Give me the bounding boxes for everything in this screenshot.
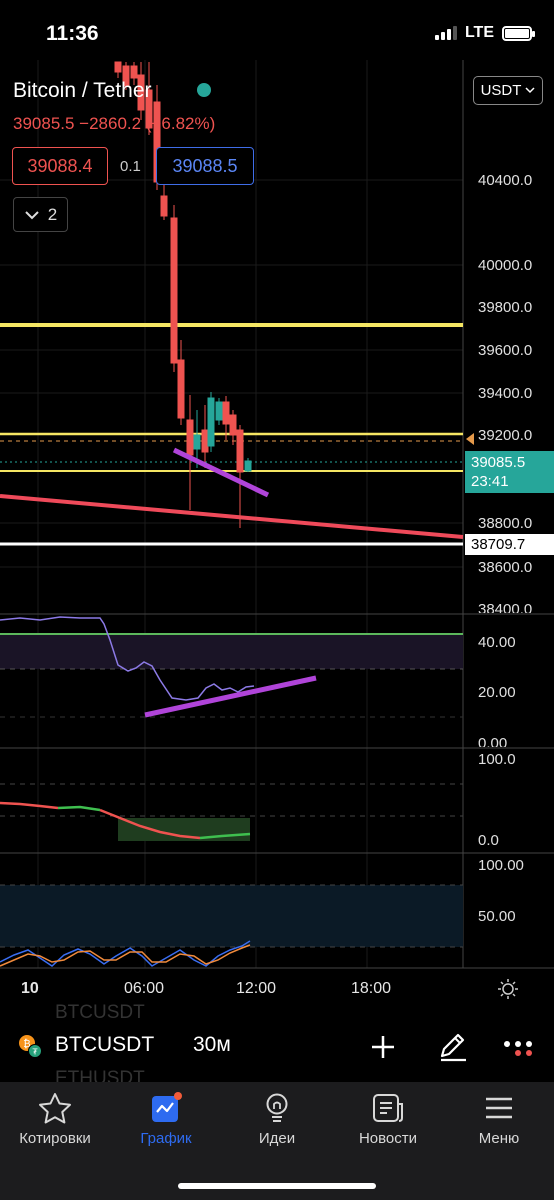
price-axis-label: 39800.0 [478,299,533,316]
price-axis-label: 38800.0 [478,515,533,532]
price-axis-label: 39400.0 [478,385,533,402]
price-axis-label: 40400.0 [478,172,533,189]
line-price-tag: 38709.7 [465,534,554,555]
add-indicator-icon[interactable] [369,1033,397,1061]
price-axis-label: 39200.0 [478,427,533,444]
price-axis-label: 38400.0 [478,601,533,613]
tab-label: Идеи [258,1130,296,1147]
menu-icon [486,1097,512,1119]
osc2-band [0,885,463,947]
bitcoin-tether-icon: ₿ ₮ [19,1035,42,1058]
spread-value: 0.1 [120,158,141,175]
time-axis-label: 12:00 [236,980,277,997]
rsi-axis-label: 0.00 [478,735,508,747]
tab-menu[interactable]: Меню [444,1092,554,1147]
time-axis-label: 06:00 [124,980,165,997]
collapse-indicators-button[interactable]: 2 [13,197,68,232]
red-trend-line [0,494,464,539]
tab-label: График [140,1130,192,1147]
signal-icon [434,26,457,40]
market-open-indicator [197,83,211,97]
osc1-line [0,801,59,810]
last-price: 39085.5 [471,454,526,471]
status-indicators: LTE [434,24,535,42]
star-icon [39,1093,71,1124]
tab-quotes[interactable]: Котировки [0,1092,110,1147]
chevron-down-icon [525,87,535,94]
divergence-line-price [172,447,270,498]
interval-selector[interactable]: 30м [193,1033,231,1057]
chevron-down-icon [25,210,39,219]
currency-label: USDT [480,82,522,99]
price-change: 39085.5 −2860.2 (−6.82%) [13,114,216,133]
osc1-axis-label: 0.0 [478,832,499,849]
previous-symbol[interactable]: BTCUSDT [55,1002,145,1024]
symbol-selector[interactable]: BTCUSDT [55,1033,154,1057]
buy-button[interactable]: 39088.5 [156,147,254,185]
drawing-tool-icon[interactable] [436,1030,468,1062]
time-axis-label: 10 [21,980,39,997]
price-axis-label: 40000.0 [478,257,533,274]
osc2-axis-label: 50.00 [478,908,516,925]
currency-selector[interactable]: USDT [473,76,543,105]
tab-ideas[interactable]: Идеи [222,1092,332,1147]
network-type: LTE [464,24,494,41]
tab-news[interactable]: Новости [333,1092,443,1147]
chart-icon [152,1092,182,1122]
home-indicator [178,1183,376,1189]
sell-button[interactable]: 39088.4 [12,147,108,185]
more-options-icon[interactable] [503,1038,533,1058]
price-chart[interactable] [0,60,554,975]
status-time: 11:36 [46,22,99,45]
rsi-axis-label: 20.00 [478,684,516,701]
rsi-band [0,634,463,669]
news-icon [373,1094,403,1122]
time-axis-label: 18:00 [351,980,392,997]
symbol-title[interactable]: Bitcoin / Tether [13,79,152,103]
tab-label: Новости [358,1130,418,1147]
rsi-axis-label: 40.00 [478,634,516,651]
tab-label: Меню [478,1130,520,1147]
chart-settings-icon[interactable] [497,978,519,1000]
osc2-axis-label: 100.00 [478,857,524,874]
bar-countdown: 23:41 [471,473,509,490]
tab-label: Котировки [19,1130,91,1147]
battery-icon [502,25,535,41]
osc1-axis-label: 100.0 [478,751,516,768]
price-axis-label: 39600.0 [478,342,533,359]
lightbulb-icon [266,1093,288,1122]
last-price-tag: 39085.5 23:41 [465,451,554,493]
panel-separators [0,60,554,969]
tab-chart[interactable]: График [111,1092,221,1147]
price-axis-label: 38600.0 [478,559,533,576]
bid-marker-icon [466,433,474,445]
collapse-count: 2 [47,204,58,224]
